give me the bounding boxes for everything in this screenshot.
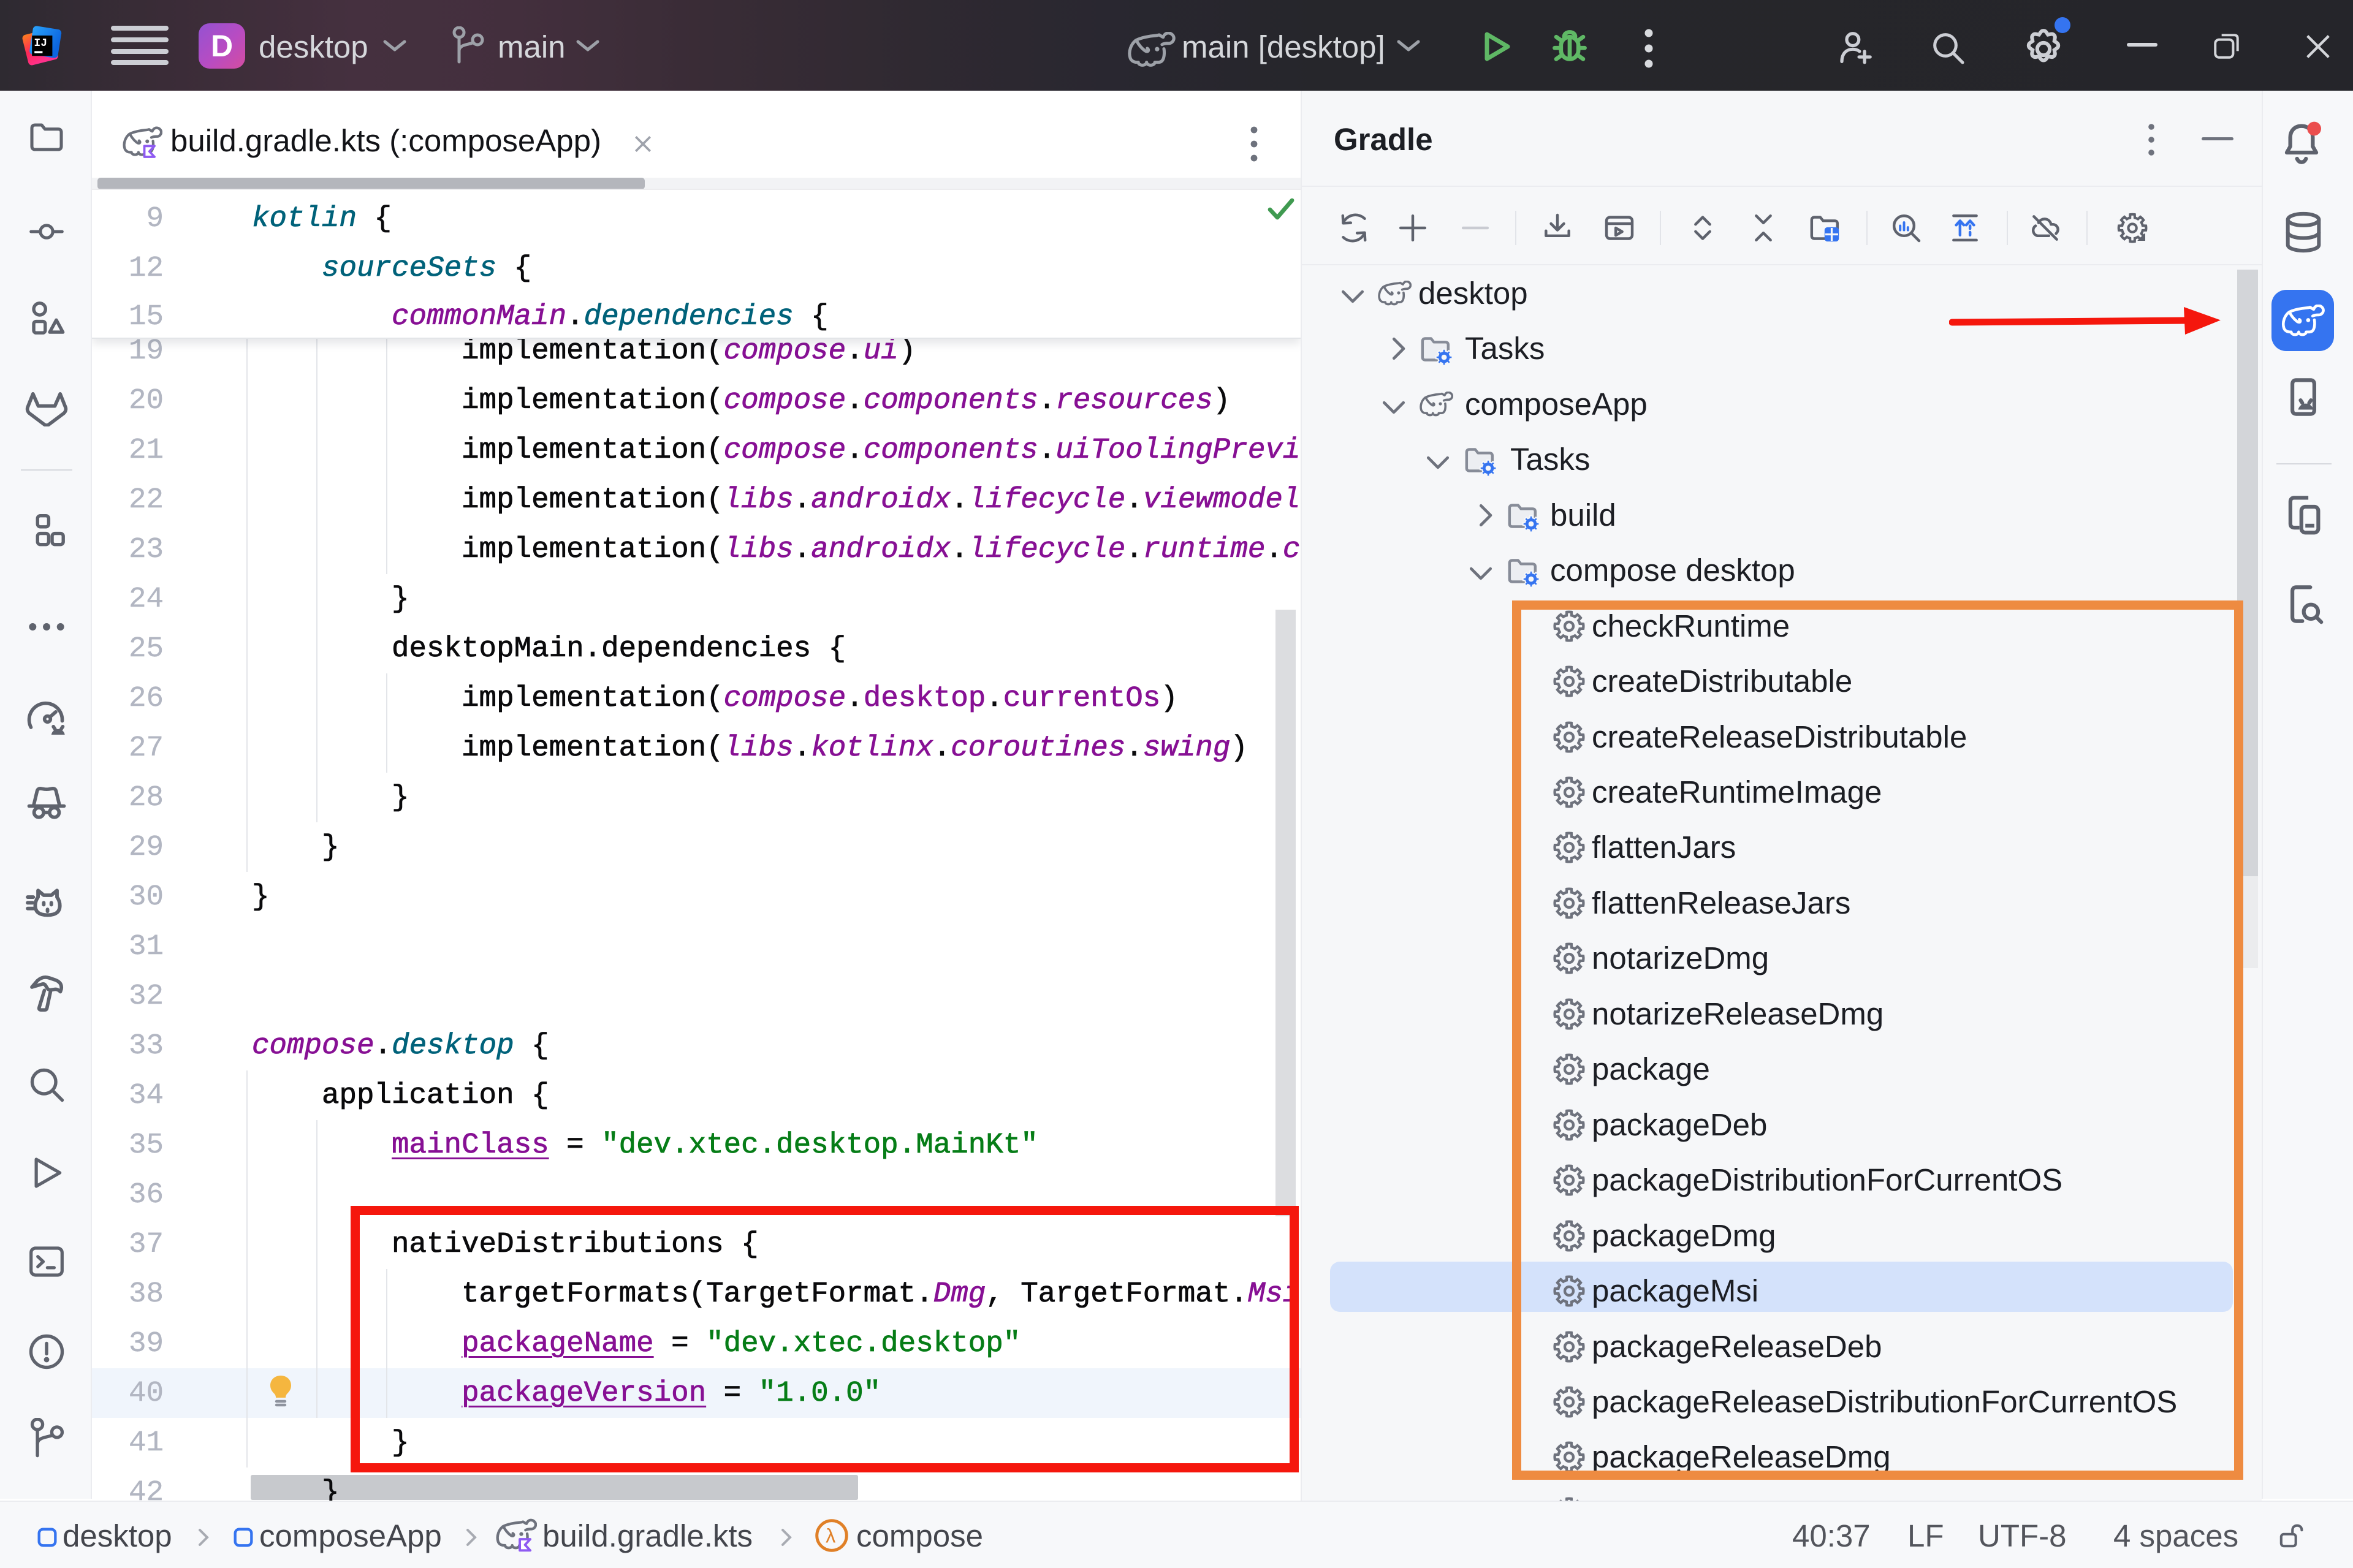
svg-text:λ: λ [826, 1524, 835, 1547]
svg-text:IJ: IJ [34, 37, 47, 50]
